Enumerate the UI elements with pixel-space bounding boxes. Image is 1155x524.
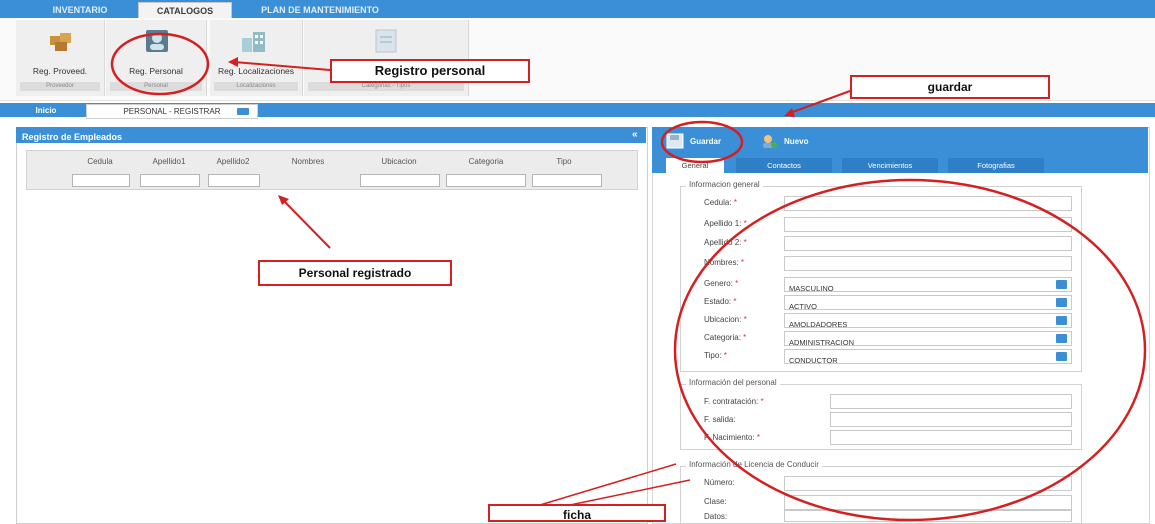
guardar-arrow xyxy=(789,90,851,114)
ficha-arrow-2 xyxy=(569,479,691,506)
registrado-callout: Personal registrado xyxy=(258,260,452,286)
registro-arrow xyxy=(233,61,331,71)
ficha-callout: ficha xyxy=(488,504,666,522)
guardar-highlight-ellipse xyxy=(660,120,744,164)
guardar-callout: guardar xyxy=(850,75,1050,99)
registro-callout: Registro personal xyxy=(330,59,530,83)
registrado-arrow xyxy=(281,198,331,249)
registro-highlight-ellipse xyxy=(110,32,210,96)
ficha-arrow-1 xyxy=(539,463,677,506)
ficha-highlight-ellipse xyxy=(673,178,1147,522)
